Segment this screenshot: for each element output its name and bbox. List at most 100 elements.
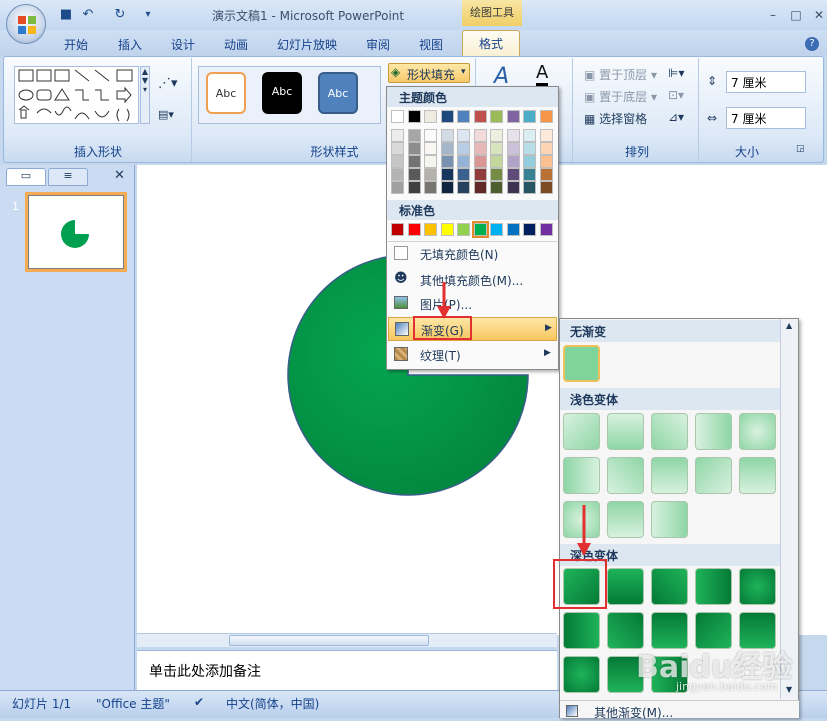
- theme-color-swatch[interactable]: [407, 181, 421, 194]
- qat-dropdown-icon[interactable]: ▾: [140, 7, 156, 23]
- theme-color-swatch[interactable]: [490, 110, 503, 123]
- theme-color-swatch[interactable]: [490, 155, 503, 168]
- theme-color-swatch[interactable]: [457, 155, 470, 168]
- theme-color-swatch[interactable]: [440, 110, 454, 123]
- dark-gradient-tile[interactable]: [563, 656, 600, 693]
- tab-view[interactable]: 视图: [419, 36, 443, 53]
- save-icon[interactable]: ■: [58, 7, 74, 23]
- dark-gradient-tile[interactable]: [607, 568, 644, 605]
- notes-pane[interactable]: 单击此处添加备注: [137, 650, 557, 690]
- light-gradient-tile[interactable]: [695, 413, 732, 450]
- shapes-gallery[interactable]: [14, 66, 139, 124]
- light-gradient-tile[interactable]: [563, 413, 600, 450]
- scroll-down-icon[interactable]: ▼: [786, 685, 792, 694]
- more-gradients-item[interactable]: 其他渐变(M)...: [560, 700, 799, 720]
- maximize-icon[interactable]: □: [785, 8, 807, 22]
- group-icon[interactable]: ⊡▾: [668, 88, 684, 102]
- tab-review[interactable]: 审阅: [366, 36, 390, 53]
- theme-color-swatch[interactable]: [440, 129, 454, 142]
- tab-design[interactable]: 设计: [171, 36, 195, 53]
- standard-color-swatch[interactable]: [523, 223, 536, 236]
- tab-format[interactable]: 格式: [462, 30, 520, 57]
- theme-color-swatch[interactable]: [457, 181, 470, 194]
- light-gradient-tile[interactable]: [739, 457, 776, 494]
- shape-fill-button[interactable]: ◈ 形状填充 ▾: [388, 63, 470, 83]
- tab-outline[interactable]: ≡: [48, 168, 88, 186]
- standard-color-swatch[interactable]: [457, 223, 470, 236]
- theme-color-swatch[interactable]: [539, 110, 553, 123]
- language-status[interactable]: 中文(简体，中国): [226, 695, 319, 712]
- tab-home[interactable]: 开始: [64, 36, 88, 53]
- theme-color-swatch[interactable]: [424, 155, 437, 168]
- theme-color-swatch[interactable]: [523, 181, 536, 194]
- style-preset-1[interactable]: Abc: [206, 72, 246, 114]
- light-gradient-tile[interactable]: [563, 457, 600, 494]
- theme-color-swatch[interactable]: [407, 168, 421, 181]
- close-icon[interactable]: ✕: [808, 8, 827, 22]
- theme-color-swatch[interactable]: [539, 181, 553, 194]
- standard-color-swatch[interactable]: [407, 223, 421, 236]
- text-box-icon[interactable]: ▤▾: [158, 108, 186, 124]
- theme-color-swatch[interactable]: [506, 181, 520, 194]
- theme-color-swatch[interactable]: [440, 181, 454, 194]
- theme-color-swatch[interactable]: [457, 142, 470, 155]
- theme-color-swatch[interactable]: [539, 168, 553, 181]
- more-colors-item[interactable]: ☻ 其他填充颜色(M)...: [388, 268, 557, 292]
- theme-color-swatch[interactable]: [407, 142, 421, 155]
- theme-color-swatch[interactable]: [440, 168, 454, 181]
- theme-color-swatch[interactable]: [523, 142, 536, 155]
- theme-color-swatch[interactable]: [506, 129, 520, 142]
- tab-slides[interactable]: ▭: [6, 168, 46, 186]
- minimize-icon[interactable]: –: [762, 8, 784, 22]
- theme-color-swatch[interactable]: [424, 168, 437, 181]
- theme-color-swatch[interactable]: [407, 129, 421, 142]
- standard-color-swatch[interactable]: [471, 221, 489, 238]
- theme-color-swatch[interactable]: [424, 110, 437, 123]
- standard-color-swatch[interactable]: [539, 223, 553, 236]
- theme-color-swatch[interactable]: [523, 129, 536, 142]
- theme-color-swatch[interactable]: [523, 168, 536, 181]
- theme-color-swatch[interactable]: [473, 142, 487, 155]
- theme-color-swatch[interactable]: [424, 142, 437, 155]
- theme-color-swatch[interactable]: [473, 181, 487, 194]
- light-gradient-tile[interactable]: [739, 413, 776, 450]
- tab-insert[interactable]: 插入: [118, 36, 142, 53]
- selection-pane-button[interactable]: ▦ 选择窗格: [584, 110, 647, 127]
- theme-color-swatch[interactable]: [457, 168, 470, 181]
- theme-color-swatch[interactable]: [473, 129, 487, 142]
- help-icon[interactable]: ?: [805, 37, 819, 51]
- theme-color-swatch[interactable]: [391, 129, 404, 142]
- theme-color-swatch[interactable]: [391, 181, 404, 194]
- theme-color-swatch[interactable]: [391, 142, 404, 155]
- theme-color-swatch[interactable]: [506, 142, 520, 155]
- theme-color-swatch[interactable]: [424, 181, 437, 194]
- light-gradient-tile[interactable]: [607, 501, 644, 538]
- office-button[interactable]: [6, 4, 46, 44]
- theme-color-swatch[interactable]: [490, 168, 503, 181]
- width-input[interactable]: 7 厘米: [726, 107, 806, 129]
- theme-color-swatch[interactable]: [391, 110, 404, 123]
- theme-color-swatch[interactable]: [490, 129, 503, 142]
- height-input[interactable]: 7 厘米: [726, 71, 806, 93]
- tab-animation[interactable]: 动画: [224, 36, 248, 53]
- bring-front-button[interactable]: ▣ 置于顶层 ▾: [584, 66, 657, 83]
- scroll-up-icon[interactable]: ▲: [786, 321, 792, 330]
- theme-color-swatch[interactable]: [490, 181, 503, 194]
- theme-color-swatch[interactable]: [407, 110, 421, 123]
- send-back-button[interactable]: ▣ 置于底层 ▾: [584, 88, 657, 105]
- scroll-thumb[interactable]: [229, 635, 429, 646]
- standard-color-swatch[interactable]: [490, 223, 503, 236]
- no-fill-item[interactable]: 无填充颜色(N): [388, 242, 557, 266]
- redo-icon[interactable]: ↻: [112, 7, 128, 23]
- theme-color-swatch[interactable]: [473, 110, 487, 123]
- dark-gradient-tile[interactable]: [739, 568, 776, 605]
- theme-color-swatch[interactable]: [440, 155, 454, 168]
- tab-slideshow[interactable]: 幻灯片放映: [277, 36, 337, 53]
- theme-color-swatch[interactable]: [407, 155, 421, 168]
- undo-icon[interactable]: ↶: [80, 7, 96, 23]
- close-pane-icon[interactable]: ✕: [114, 168, 125, 183]
- align-icon[interactable]: ⊫▾: [668, 66, 684, 80]
- horizontal-scrollbar[interactable]: [137, 633, 557, 647]
- theme-color-swatch[interactable]: [391, 155, 404, 168]
- theme-color-swatch[interactable]: [473, 168, 487, 181]
